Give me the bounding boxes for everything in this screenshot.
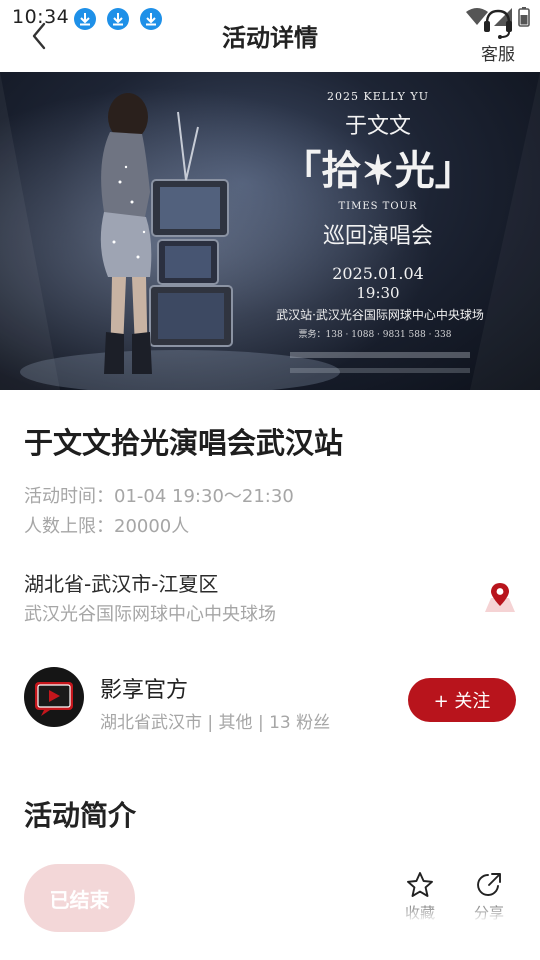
map-pin-icon [485, 583, 515, 612]
organizer-meta: 湖北省武汉市 | 其他 | 13 粉丝 [100, 713, 331, 733]
event-ended-button[interactable]: 已结束 [24, 864, 135, 932]
poster-subtitle: 2025 KELLY YU [327, 90, 429, 103]
follow-button[interactable]: + 关注 [408, 678, 516, 722]
bottom-fade-overlay [370, 896, 540, 960]
activity-detail-page: 10:34 活动详情 客服 2025 KELLY YU 于文文 「拾✶光」 TI… [0, 0, 540, 960]
video-logo-icon [35, 682, 73, 716]
intro-section-title: 活动简介 [24, 799, 137, 832]
customer-service-label: 客服 [481, 45, 515, 65]
event-time: 活动时间：01-04 19:30～21:30 [24, 486, 294, 507]
poster-venue: 武汉站·武汉光谷国际网球中心中央球场 [276, 308, 484, 322]
map-pin-button[interactable] [483, 580, 517, 614]
page-title: 活动详情 [222, 24, 318, 52]
customer-service-button[interactable]: 客服 [476, 4, 520, 65]
event-title: 于文文拾光演唱会武汉站 [24, 426, 344, 460]
event-capacity: 人数上限：20000人 [24, 516, 190, 537]
poster-artist: 于文文 [344, 114, 411, 139]
poster-concert-label: 巡回演唱会 [322, 224, 433, 249]
event-region: 湖北省-武汉市-江夏区 [24, 572, 219, 596]
event-venue: 武汉光谷国际网球中心中央球场 [24, 604, 276, 625]
headset-icon [484, 9, 512, 39]
event-poster: 2025 KELLY YU 于文文 「拾✶光」 TIMES TOUR 巡回演唱会… [0, 72, 540, 390]
poster-time: 19:30 [356, 284, 400, 302]
poster-date: 2025.01.04 [332, 264, 424, 283]
organizer-avatar[interactable] [24, 667, 84, 727]
poster-tour-en: TIMES TOUR [338, 201, 418, 212]
poster-tour-name: 「拾✶光」 [281, 147, 475, 194]
poster-hotline: 票务：138 · 1088 · 9831 588 · 338 [298, 330, 452, 340]
organizer-name[interactable]: 影享官方 [100, 672, 188, 704]
